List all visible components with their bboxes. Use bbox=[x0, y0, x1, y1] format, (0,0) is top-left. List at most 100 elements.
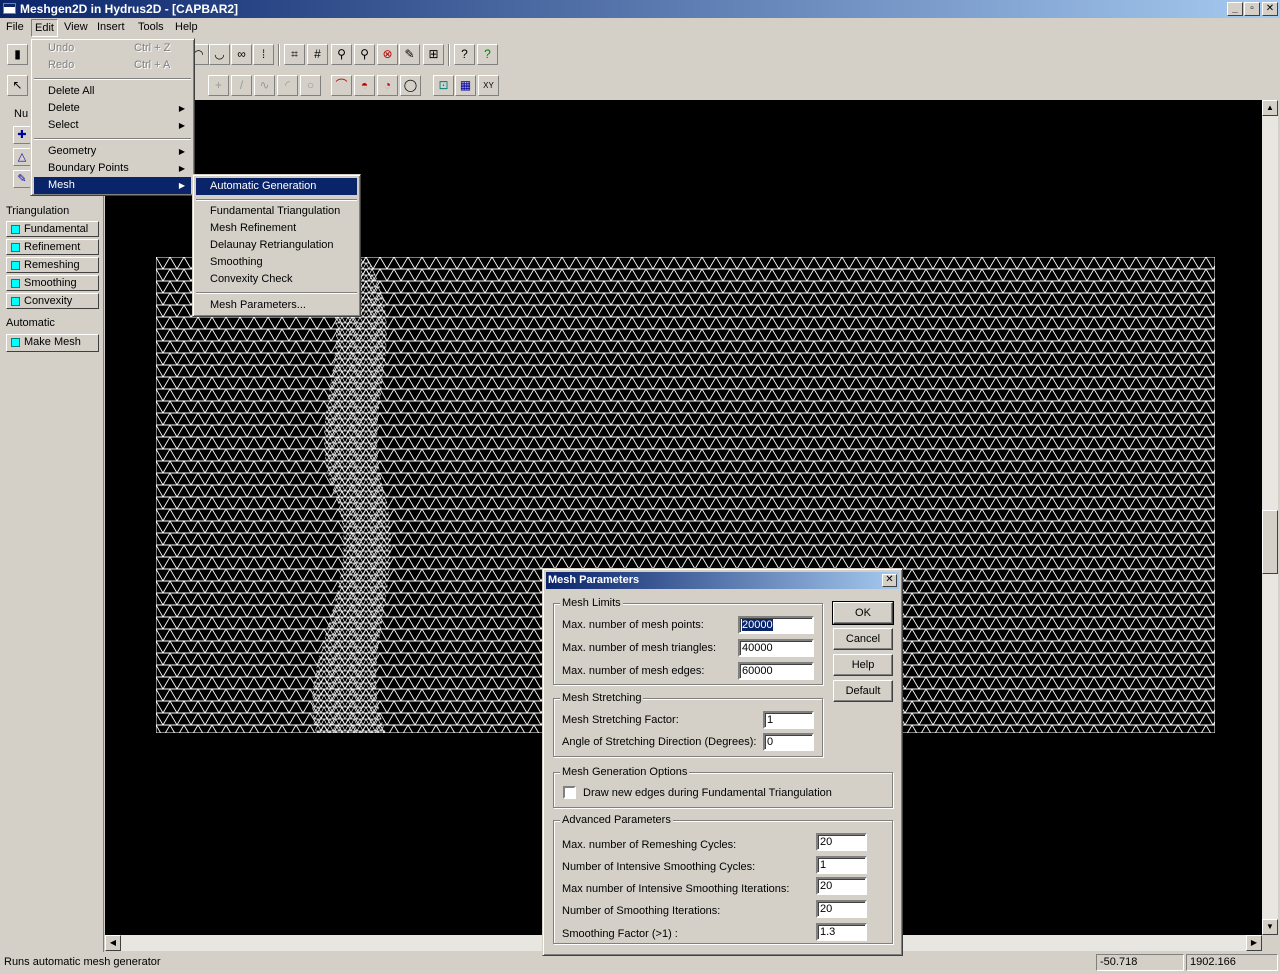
menu-delaunay-retriangulation[interactable]: Delaunay Retriangulation bbox=[196, 237, 357, 254]
draw-edges-label: Draw new edges during Fundamental Triang… bbox=[583, 787, 832, 799]
menu-mesh-parameters[interactable]: Mesh Parameters... bbox=[196, 297, 357, 314]
select-points-icon[interactable]: ⊡ bbox=[433, 75, 454, 96]
nu-label: Nu bbox=[14, 108, 29, 120]
default-button[interactable]: Default bbox=[833, 680, 893, 702]
menu-separator bbox=[196, 292, 357, 294]
dialog-close-button[interactable]: ✕ bbox=[882, 574, 897, 587]
cancel-button[interactable]: Cancel bbox=[833, 628, 893, 650]
pencil-icon[interactable]: ✎ bbox=[399, 44, 420, 65]
max-points-input[interactable]: 20000 bbox=[738, 616, 814, 634]
zoom-extents-icon[interactable]: ⌗ bbox=[284, 44, 305, 65]
xy-coordinates-icon[interactable]: XY bbox=[478, 75, 499, 96]
menu-mesh-refinement[interactable]: Mesh Refinement bbox=[196, 220, 357, 237]
vertical-scroll-thumb[interactable] bbox=[1262, 510, 1278, 574]
insert-point-icon[interactable]: ✚ bbox=[13, 126, 31, 144]
pointer-icon[interactable]: ↖ bbox=[7, 75, 28, 96]
arc-center-icon[interactable]: ◓ bbox=[354, 75, 375, 96]
help-button[interactable]: Help bbox=[833, 654, 893, 676]
grid-dots-icon[interactable]: ⁞ bbox=[253, 44, 274, 65]
circle-tool-icon[interactable]: ◔ bbox=[377, 75, 398, 96]
refinement-button[interactable]: Refinement bbox=[6, 239, 99, 255]
generation-options-title: Mesh Generation Options bbox=[560, 766, 690, 778]
intensive-smoothing-iterations-input[interactable]: 20 bbox=[816, 877, 867, 895]
status-y-coordinate: 1902.166 bbox=[1186, 954, 1278, 971]
zoom-in-icon[interactable]: ⚲ bbox=[331, 44, 352, 65]
menu-edit[interactable]: Edit bbox=[31, 19, 58, 37]
submenu-arrow-icon: ▶ bbox=[178, 121, 185, 130]
select-grid-icon[interactable]: ▦ bbox=[455, 75, 476, 96]
menu-select[interactable]: Select ▶ bbox=[34, 117, 191, 134]
menu-undo[interactable]: Undo Ctrl + Z bbox=[34, 40, 191, 57]
vertical-scrollbar[interactable]: ▲ ▼ bbox=[1262, 100, 1278, 935]
remeshing-button[interactable]: Remeshing bbox=[6, 257, 99, 273]
smoothing-icon bbox=[11, 279, 20, 288]
help-icon[interactable]: ? bbox=[477, 44, 498, 65]
edit-circle-icon[interactable]: ○ bbox=[300, 75, 321, 96]
scroll-right-icon[interactable]: ▶ bbox=[1246, 935, 1262, 951]
close-button[interactable]: ✕ bbox=[1262, 2, 1278, 16]
stretching-angle-input[interactable]: 0 bbox=[763, 733, 814, 751]
max-edges-input[interactable]: 60000 bbox=[738, 662, 814, 680]
edit-arc-icon[interactable]: ◜ bbox=[277, 75, 298, 96]
make-mesh-button[interactable]: Make Mesh bbox=[6, 334, 99, 352]
max-edges-label: Max. number of mesh edges: bbox=[562, 665, 705, 677]
zoom-previous-icon[interactable]: ⊗ bbox=[377, 44, 398, 65]
scroll-up-icon[interactable]: ▲ bbox=[1262, 100, 1278, 116]
menu-help[interactable]: Help bbox=[175, 21, 198, 33]
circle-outline-icon[interactable]: ◯ bbox=[400, 75, 421, 96]
open-icon[interactable]: ▮ bbox=[7, 44, 28, 65]
toolbar-separator bbox=[448, 44, 450, 66]
intensive-smoothing-cycles-label: Number of Intensive Smoothing Cycles: bbox=[562, 861, 756, 873]
edit-node-icon[interactable]: ✎ bbox=[13, 170, 31, 188]
smoothing-factor-input[interactable]: 1.3 bbox=[816, 923, 867, 941]
menu-delete-all[interactable]: Delete All bbox=[34, 83, 191, 100]
smoothing-iterations-input[interactable]: 20 bbox=[816, 900, 867, 918]
menu-fundamental-triangulation[interactable]: Fundamental Triangulation bbox=[196, 203, 357, 220]
restore-button[interactable]: ▫ bbox=[1244, 2, 1260, 16]
stretching-factor-input[interactable]: 1 bbox=[763, 711, 814, 729]
scroll-left-icon[interactable]: ◀ bbox=[105, 935, 121, 951]
fundamental-button[interactable]: Fundamental bbox=[6, 221, 99, 237]
intensive-smoothing-cycles-input[interactable]: 1 bbox=[816, 856, 867, 874]
remeshing-cycles-input[interactable]: 20 bbox=[816, 833, 867, 851]
arc-tool-icon[interactable]: ⌒ bbox=[331, 75, 352, 96]
draw-edges-checkbox[interactable] bbox=[563, 786, 576, 799]
status-x-coordinate: -50.718 bbox=[1096, 954, 1184, 971]
menu-insert[interactable]: Insert bbox=[97, 21, 125, 33]
convexity-button[interactable]: Convexity bbox=[6, 293, 99, 309]
menu-convexity-check[interactable]: Convexity Check bbox=[196, 271, 357, 288]
pan-icon[interactable]: ⊞ bbox=[423, 44, 444, 65]
menu-boundary-points[interactable]: Boundary Points ▶ bbox=[34, 160, 191, 177]
menu-file[interactable]: File bbox=[6, 21, 24, 33]
triangle-icon[interactable]: △ bbox=[13, 148, 31, 166]
smoothing-button[interactable]: Smoothing bbox=[6, 275, 99, 291]
menu-redo[interactable]: Redo Ctrl + A bbox=[34, 57, 191, 74]
menu-automatic-generation[interactable]: Automatic Generation bbox=[196, 178, 357, 195]
menu-mesh[interactable]: Mesh ▶ bbox=[34, 177, 191, 194]
zoom-out-icon[interactable]: ⚲ bbox=[354, 44, 375, 65]
menu-smoothing[interactable]: Smoothing bbox=[196, 254, 357, 271]
menu-delete[interactable]: Delete ▶ bbox=[34, 100, 191, 117]
submenu-arrow-icon: ▶ bbox=[178, 164, 185, 173]
zoom-window-icon[interactable]: # bbox=[307, 44, 328, 65]
edit-point-icon[interactable]: + bbox=[208, 75, 229, 96]
remeshing-cycles-label: Max. number of Remeshing Cycles: bbox=[562, 839, 737, 851]
scroll-down-icon[interactable]: ▼ bbox=[1262, 919, 1278, 935]
max-triangles-input[interactable]: 40000 bbox=[738, 639, 814, 657]
left-tool-panel: Nu ✚ △ ✎ Triangulation Fundamental Refin… bbox=[0, 100, 104, 952]
remeshing-icon bbox=[11, 261, 20, 270]
edit-line-icon[interactable]: / bbox=[231, 75, 252, 96]
edit-curve-icon[interactable]: ∿ bbox=[254, 75, 275, 96]
menu-bar: File Edit View Insert Tools Help bbox=[0, 18, 1280, 38]
menu-separator bbox=[196, 199, 357, 201]
menu-geometry[interactable]: Geometry ▶ bbox=[34, 143, 191, 160]
menu-view[interactable]: View bbox=[64, 21, 88, 33]
menu-tools[interactable]: Tools bbox=[138, 21, 164, 33]
minimize-button[interactable]: _ bbox=[1227, 2, 1243, 16]
ok-button[interactable]: OK bbox=[832, 601, 894, 625]
stretch-icon[interactable]: ◡ bbox=[209, 44, 230, 65]
make-mesh-icon bbox=[11, 338, 20, 347]
context-help-icon[interactable]: ? bbox=[454, 44, 475, 65]
glasses-icon[interactable]: ∞ bbox=[231, 44, 252, 65]
submenu-arrow-icon: ▶ bbox=[178, 147, 185, 156]
